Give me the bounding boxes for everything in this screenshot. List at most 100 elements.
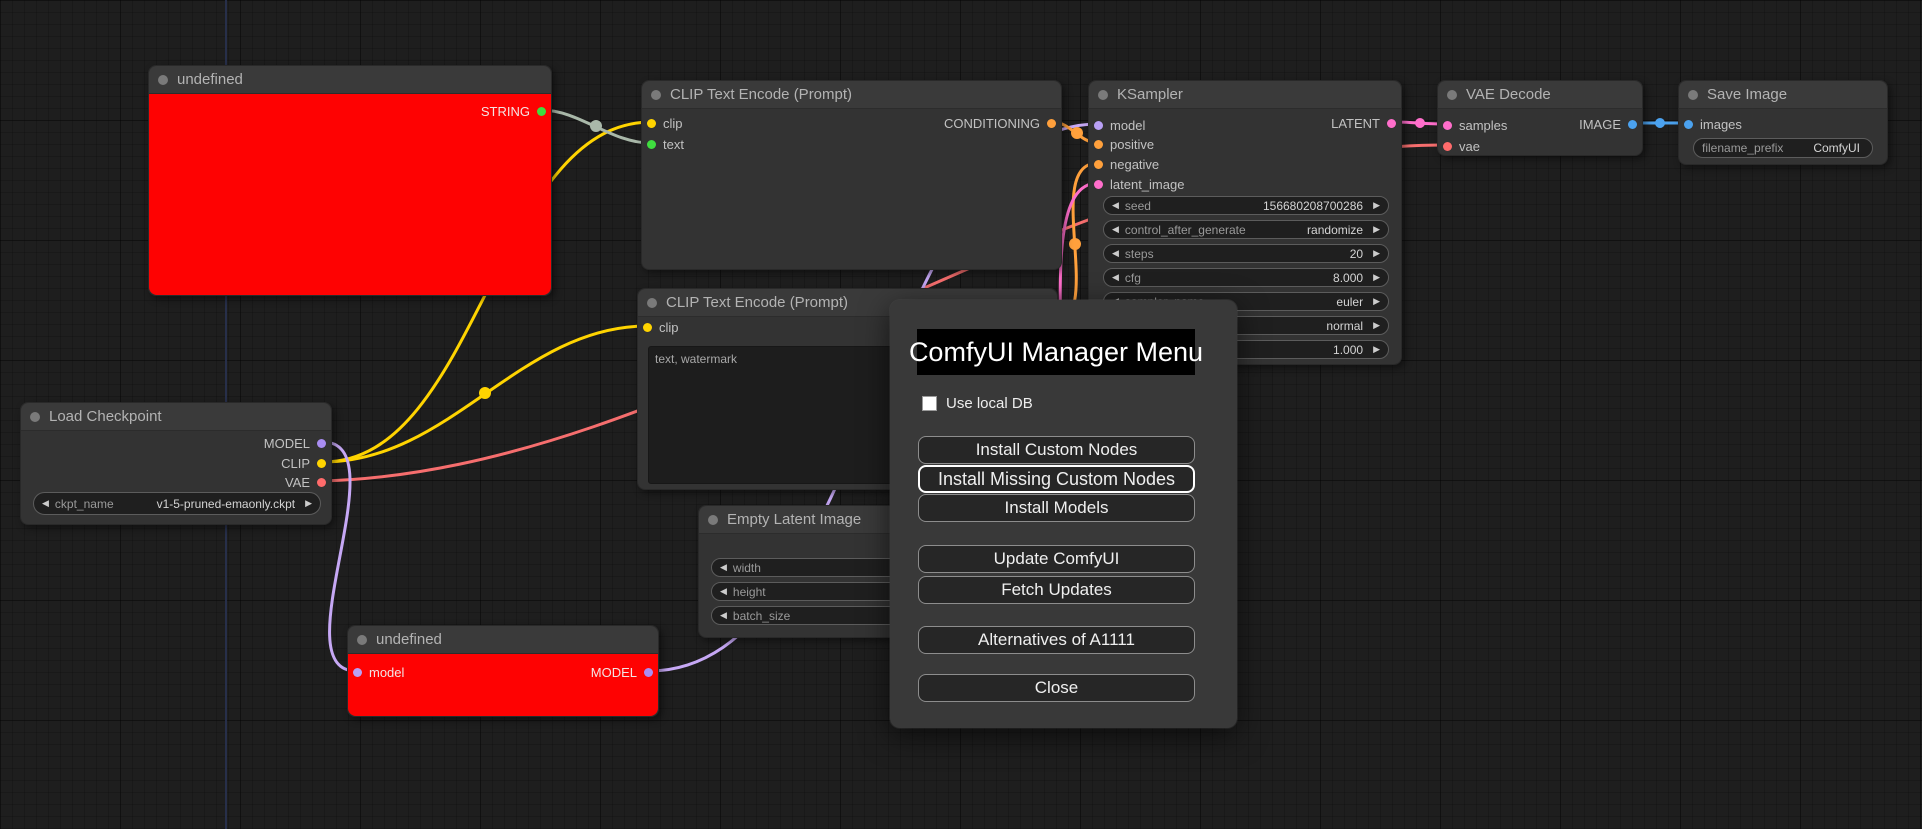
use-local-db-checkbox[interactable] [922,396,937,411]
node-load-checkpoint[interactable]: Load Checkpoint MODEL CLIP VAE ◀ ckpt_na… [20,402,332,525]
input-label: samples [1459,117,1508,133]
collapse-dot-icon[interactable] [1447,89,1457,100]
input-slot-images[interactable] [1684,119,1693,129]
input-slot-positive[interactable] [1094,139,1103,149]
arrow-left-icon[interactable]: ◀ [42,499,49,508]
widget-label: steps [1124,246,1154,261]
dialog-title: ComfyUI Manager Menu [909,329,1203,375]
install-missing-custom-nodes-button[interactable]: Install Missing Custom Nodes [918,465,1195,493]
node-header[interactable]: KSampler [1089,81,1401,109]
node-header[interactable]: undefined [348,626,658,654]
widget-value: 1.000 [1333,342,1364,357]
widget-value: 156680208700286 [1262,198,1364,213]
output-slot-model[interactable] [644,667,653,677]
error-node-body [149,94,551,295]
node-save-image[interactable]: Save Image images filename_prefix ComfyU… [1678,80,1888,165]
input-label: clip [663,115,683,131]
output-label: CLIP [281,455,310,471]
node-header[interactable]: undefined [149,66,551,94]
node-graph-canvas[interactable]: undefined STRING CLIP Text Encode (Promp… [0,0,1922,829]
seed-widget[interactable]: ◀ seed 156680208700286 ▶ [1103,196,1389,215]
node-header[interactable]: VAE Decode [1438,81,1642,109]
output-slot-conditioning[interactable] [1047,118,1056,128]
output-slot-model[interactable] [317,438,326,448]
output-label: CONDITIONING [943,115,1040,131]
output-label: MODEL [590,664,637,680]
use-local-db-row[interactable]: Use local DB [922,395,1033,412]
node-title: CLIP Text Encode (Prompt) [666,294,849,311]
alternatives-of-a1111-button[interactable]: Alternatives of A1111 [918,626,1195,654]
collapse-dot-icon[interactable] [651,89,661,100]
node-title: Load Checkpoint [49,408,162,425]
node-title: KSampler [1117,86,1183,103]
update-comfyui-button[interactable]: Update ComfyUI [918,545,1195,573]
input-slot-model[interactable] [353,667,362,677]
collapse-dot-icon[interactable] [647,297,657,308]
node-undefined-top[interactable]: undefined STRING [148,65,552,296]
output-label: STRING [480,103,530,119]
node-undefined-bottom[interactable]: undefined model MODEL [347,625,659,717]
node-header[interactable]: Load Checkpoint [21,403,331,431]
widget-value: euler [1336,294,1364,309]
widget-label: ckpt_name [54,496,114,511]
collapse-dot-icon[interactable] [158,74,168,85]
widget-label: control_after_generate [1124,222,1246,237]
output-slot-vae[interactable] [317,477,326,487]
arrow-left-icon[interactable]: ◀ [720,611,727,620]
output-slot-latent[interactable] [1387,118,1396,128]
collapse-dot-icon[interactable] [1098,89,1108,100]
install-custom-nodes-button[interactable]: Install Custom Nodes [918,436,1195,464]
fetch-updates-button[interactable]: Fetch Updates [918,576,1195,604]
ckpt-name-widget[interactable]: ◀ ckpt_name v1-5-pruned-emaonly.ckpt ▶ [33,492,321,515]
arrow-right-icon[interactable]: ▶ [1373,345,1380,354]
input-slot-vae[interactable] [1443,141,1452,151]
node-header[interactable]: Save Image [1679,81,1887,109]
link-dot-blue [1655,118,1665,128]
steps-widget[interactable]: ◀ steps 20 ▶ [1103,244,1389,263]
arrow-right-icon[interactable]: ▶ [1373,225,1380,234]
node-header[interactable]: CLIP Text Encode (Prompt) [642,81,1061,109]
arrow-right-icon[interactable]: ▶ [1373,201,1380,210]
output-label: VAE [284,474,310,490]
node-title: CLIP Text Encode (Prompt) [670,86,853,103]
input-slot-negative[interactable] [1094,159,1103,169]
arrow-left-icon[interactable]: ◀ [720,563,727,572]
input-slot-clip[interactable] [647,118,656,128]
input-label: model [1110,117,1146,133]
input-label: positive [1110,136,1155,152]
arrow-left-icon[interactable]: ◀ [1112,249,1119,258]
input-slot-text[interactable] [647,139,656,149]
input-slot-clip[interactable] [643,322,652,332]
arrow-right-icon[interactable]: ▶ [1373,321,1380,330]
input-slot-samples[interactable] [1443,120,1452,130]
collapse-dot-icon[interactable] [30,411,40,422]
arrow-left-icon[interactable]: ◀ [1112,273,1119,282]
input-label: images [1700,116,1742,132]
install-models-button[interactable]: Install Models [918,494,1195,522]
arrow-right-icon[interactable]: ▶ [1373,249,1380,258]
arrow-right-icon[interactable]: ▶ [1373,273,1380,282]
arrow-right-icon[interactable]: ▶ [1373,297,1380,306]
collapse-dot-icon[interactable] [1688,89,1698,100]
output-slot-image[interactable] [1628,119,1637,129]
cfg-widget[interactable]: ◀ cfg 8.000 ▶ [1103,268,1389,287]
close-button[interactable]: Close [918,674,1195,702]
arrow-right-icon[interactable]: ▶ [305,499,312,508]
arrow-left-icon[interactable]: ◀ [1112,225,1119,234]
wire-clip-to-clip2 [321,324,649,464]
collapse-dot-icon[interactable] [357,634,367,645]
arrow-left-icon[interactable]: ◀ [1112,201,1119,210]
filename-prefix-widget[interactable]: filename_prefix ComfyUI [1693,138,1873,158]
input-slot-latent-image[interactable] [1094,179,1103,189]
widget-value: randomize [1307,222,1364,237]
link-dot-orange-positive [1071,127,1083,139]
arrow-left-icon[interactable]: ◀ [720,587,727,596]
output-slot-clip[interactable] [317,458,326,468]
node-vae-decode[interactable]: VAE Decode samples vae IMAGE [1437,80,1643,156]
node-title: Empty Latent Image [727,511,862,528]
output-slot-string[interactable] [537,106,546,116]
input-slot-model[interactable] [1094,120,1103,130]
control-after-generate-widget[interactable]: ◀ control_after_generate randomize ▶ [1103,220,1389,239]
collapse-dot-icon[interactable] [708,514,718,525]
node-clip-text-encode-1[interactable]: CLIP Text Encode (Prompt) clip text COND… [641,80,1062,270]
